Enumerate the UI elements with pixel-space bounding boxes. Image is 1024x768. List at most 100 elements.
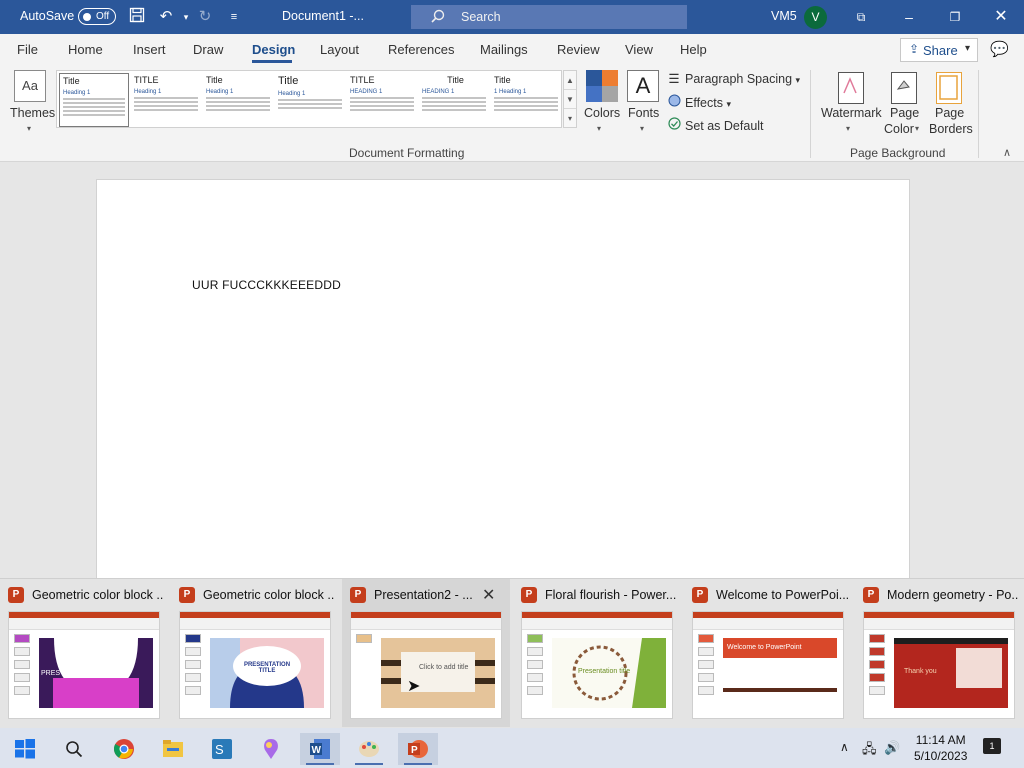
- page-color-icon[interactable]: [891, 72, 917, 104]
- page-borders-label-line2[interactable]: Borders: [929, 122, 973, 136]
- chrome-icon[interactable]: [104, 733, 144, 765]
- paint-3d-icon[interactable]: [251, 733, 291, 765]
- tab-review[interactable]: Review: [557, 42, 600, 57]
- page-borders-label-line1[interactable]: Page: [935, 106, 964, 120]
- style-set-item[interactable]: Title Heading 1: [203, 73, 273, 127]
- autosave-state: Off: [96, 10, 110, 22]
- thumbnail-window[interactable]: P Geometric color block ... PRESENTATION…: [171, 579, 339, 727]
- page-color-label-line2[interactable]: Color: [884, 122, 914, 136]
- tab-view[interactable]: View: [625, 42, 653, 57]
- chevron-down-icon[interactable]: ▾: [27, 124, 31, 133]
- slide-text: Presentation title: [578, 668, 631, 675]
- autosave-toggle[interactable]: Off: [78, 8, 116, 25]
- notification-center-icon[interactable]: 1: [983, 738, 1001, 754]
- paragraph-spacing-button[interactable]: ☰ Paragraph Spacing ▾: [667, 71, 800, 86]
- tab-draw[interactable]: Draw: [193, 42, 223, 57]
- file-explorer-icon[interactable]: [153, 733, 193, 765]
- page-color-label-line1[interactable]: Page: [890, 106, 919, 120]
- chevron-down-icon[interactable]: ▾: [640, 124, 644, 133]
- powerpoint-taskbar-icon[interactable]: P: [398, 733, 438, 765]
- share-icon: ⇪: [909, 42, 920, 56]
- tab-home[interactable]: Home: [68, 42, 103, 57]
- thumbnail-preview[interactable]: Presentation title: [521, 611, 673, 719]
- tab-design[interactable]: Design: [252, 42, 295, 57]
- minimize-icon[interactable]: –: [898, 7, 920, 27]
- gallery-scroll[interactable]: ▲ ▼ ▾: [563, 70, 577, 128]
- thumbnail-preview[interactable]: PRESENTATION TITLE: [179, 611, 331, 719]
- thumbnail-window[interactable]: P Geometric color block ... PRES: [0, 579, 168, 727]
- colors-label[interactable]: Colors: [584, 106, 620, 120]
- close-icon[interactable]: ✕: [990, 7, 1012, 27]
- restore-icon[interactable]: ❐: [944, 7, 966, 27]
- style-title: Title: [278, 75, 299, 87]
- slide-text: Thank you: [904, 668, 937, 675]
- watermark-label[interactable]: Watermark: [821, 106, 882, 120]
- user-name[interactable]: VM5: [771, 9, 797, 23]
- tab-insert[interactable]: Insert: [133, 42, 166, 57]
- scroll-down-icon[interactable]: ▼: [564, 90, 576, 109]
- effects-icon: [667, 94, 681, 110]
- word-taskbar-icon[interactable]: W: [300, 733, 340, 765]
- style-heading: Heading 1: [63, 90, 91, 96]
- share-button[interactable]: ⇪ Share ▾: [900, 38, 978, 62]
- themes-label[interactable]: Themes: [10, 106, 55, 120]
- more-icon[interactable]: ▾: [564, 109, 576, 128]
- document-page[interactable]: UUR FUCCCKKKEEEDDD: [96, 179, 910, 579]
- thumbnail-preview[interactable]: Thank you: [863, 611, 1015, 719]
- tab-layout[interactable]: Layout: [320, 42, 359, 57]
- thumbnail-preview[interactable]: Welcome to PowerPoint: [692, 611, 844, 719]
- tab-references[interactable]: References: [388, 42, 454, 57]
- tab-help[interactable]: Help: [680, 42, 707, 57]
- chevron-down-icon[interactable]: ▾: [846, 124, 850, 133]
- chevron-down-icon[interactable]: ▾: [915, 124, 919, 133]
- colors-icon[interactable]: [586, 70, 618, 102]
- fonts-label[interactable]: Fonts: [628, 106, 659, 120]
- fonts-icon[interactable]: A: [627, 70, 659, 102]
- effects-button[interactable]: Effects ▾: [667, 94, 731, 110]
- style-set-item[interactable]: Title Heading 1: [275, 73, 345, 127]
- system-clock[interactable]: 11:14 AM 5/10/2023: [914, 732, 967, 764]
- style-heading: Heading 1: [278, 91, 306, 97]
- thumbnail-title: Geometric color block ...: [203, 588, 335, 602]
- scroll-up-icon[interactable]: ▲: [564, 71, 576, 90]
- search-icon[interactable]: [54, 733, 94, 765]
- volume-icon[interactable]: 🔊: [884, 740, 900, 756]
- undo-dropdown-icon[interactable]: ▾: [176, 7, 196, 27]
- thumbnail-window[interactable]: P Floral flourish - Power... Presentatio…: [513, 579, 681, 727]
- page-borders-icon[interactable]: [936, 72, 962, 104]
- document-body-text[interactable]: UUR FUCCCKKKEEEDDD: [192, 278, 341, 292]
- ribbon-display-options-icon[interactable]: ⧉: [850, 7, 872, 27]
- save-icon[interactable]: [127, 7, 147, 27]
- thumbnail-window-hovered[interactable]: P Presentation2 - ... ✕ Click to add tit…: [342, 579, 510, 727]
- style-heading: HEADING 1: [350, 89, 383, 95]
- themes-icon[interactable]: Aa: [14, 70, 46, 102]
- remote-desktop-icon[interactable]: S: [202, 733, 242, 765]
- tab-mailings[interactable]: Mailings: [480, 42, 528, 57]
- style-set-item[interactable]: Title 1 Heading 1: [491, 73, 561, 127]
- thumbnail-window[interactable]: P Welcome to PowerPoi... Welcome to Powe…: [684, 579, 852, 727]
- style-set-item[interactable]: Title Heading 1: [59, 73, 129, 127]
- avatar[interactable]: V: [804, 6, 827, 29]
- paint-icon[interactable]: [349, 733, 389, 765]
- windows-start-icon[interactable]: [5, 733, 45, 765]
- thumbnail-preview[interactable]: Click to add title ➤: [350, 611, 502, 719]
- thumbnail-title: Presentation2 - ...: [374, 588, 473, 602]
- set-as-default-button[interactable]: Set as Default: [667, 117, 764, 133]
- thumbnail-preview[interactable]: PRES: [8, 611, 160, 719]
- tab-file[interactable]: File: [17, 42, 38, 57]
- watermark-icon[interactable]: [838, 72, 864, 104]
- chevron-down-icon[interactable]: ▾: [597, 124, 601, 133]
- redo-icon[interactable]: ↻: [195, 7, 215, 27]
- style-set-item[interactable]: Title HEADING 1: [419, 73, 489, 127]
- style-set-item[interactable]: TITLE HEADING 1: [347, 73, 417, 127]
- thumbnail-window[interactable]: P Modern geometry - Po... Thank you: [855, 579, 1023, 727]
- show-hidden-icons-icon[interactable]: ∧: [840, 740, 849, 754]
- undo-icon[interactable]: ↶: [156, 7, 176, 27]
- style-set-item[interactable]: TITLE Heading 1: [131, 73, 201, 127]
- customize-toolbar-icon[interactable]: ≡: [224, 7, 244, 27]
- search-box[interactable]: Search: [411, 5, 687, 29]
- network-icon[interactable]: 🖧: [862, 740, 877, 762]
- close-icon[interactable]: ✕: [482, 585, 495, 605]
- collapse-ribbon-icon[interactable]: ∧: [1003, 146, 1011, 159]
- comments-icon[interactable]: 💬: [990, 40, 1009, 58]
